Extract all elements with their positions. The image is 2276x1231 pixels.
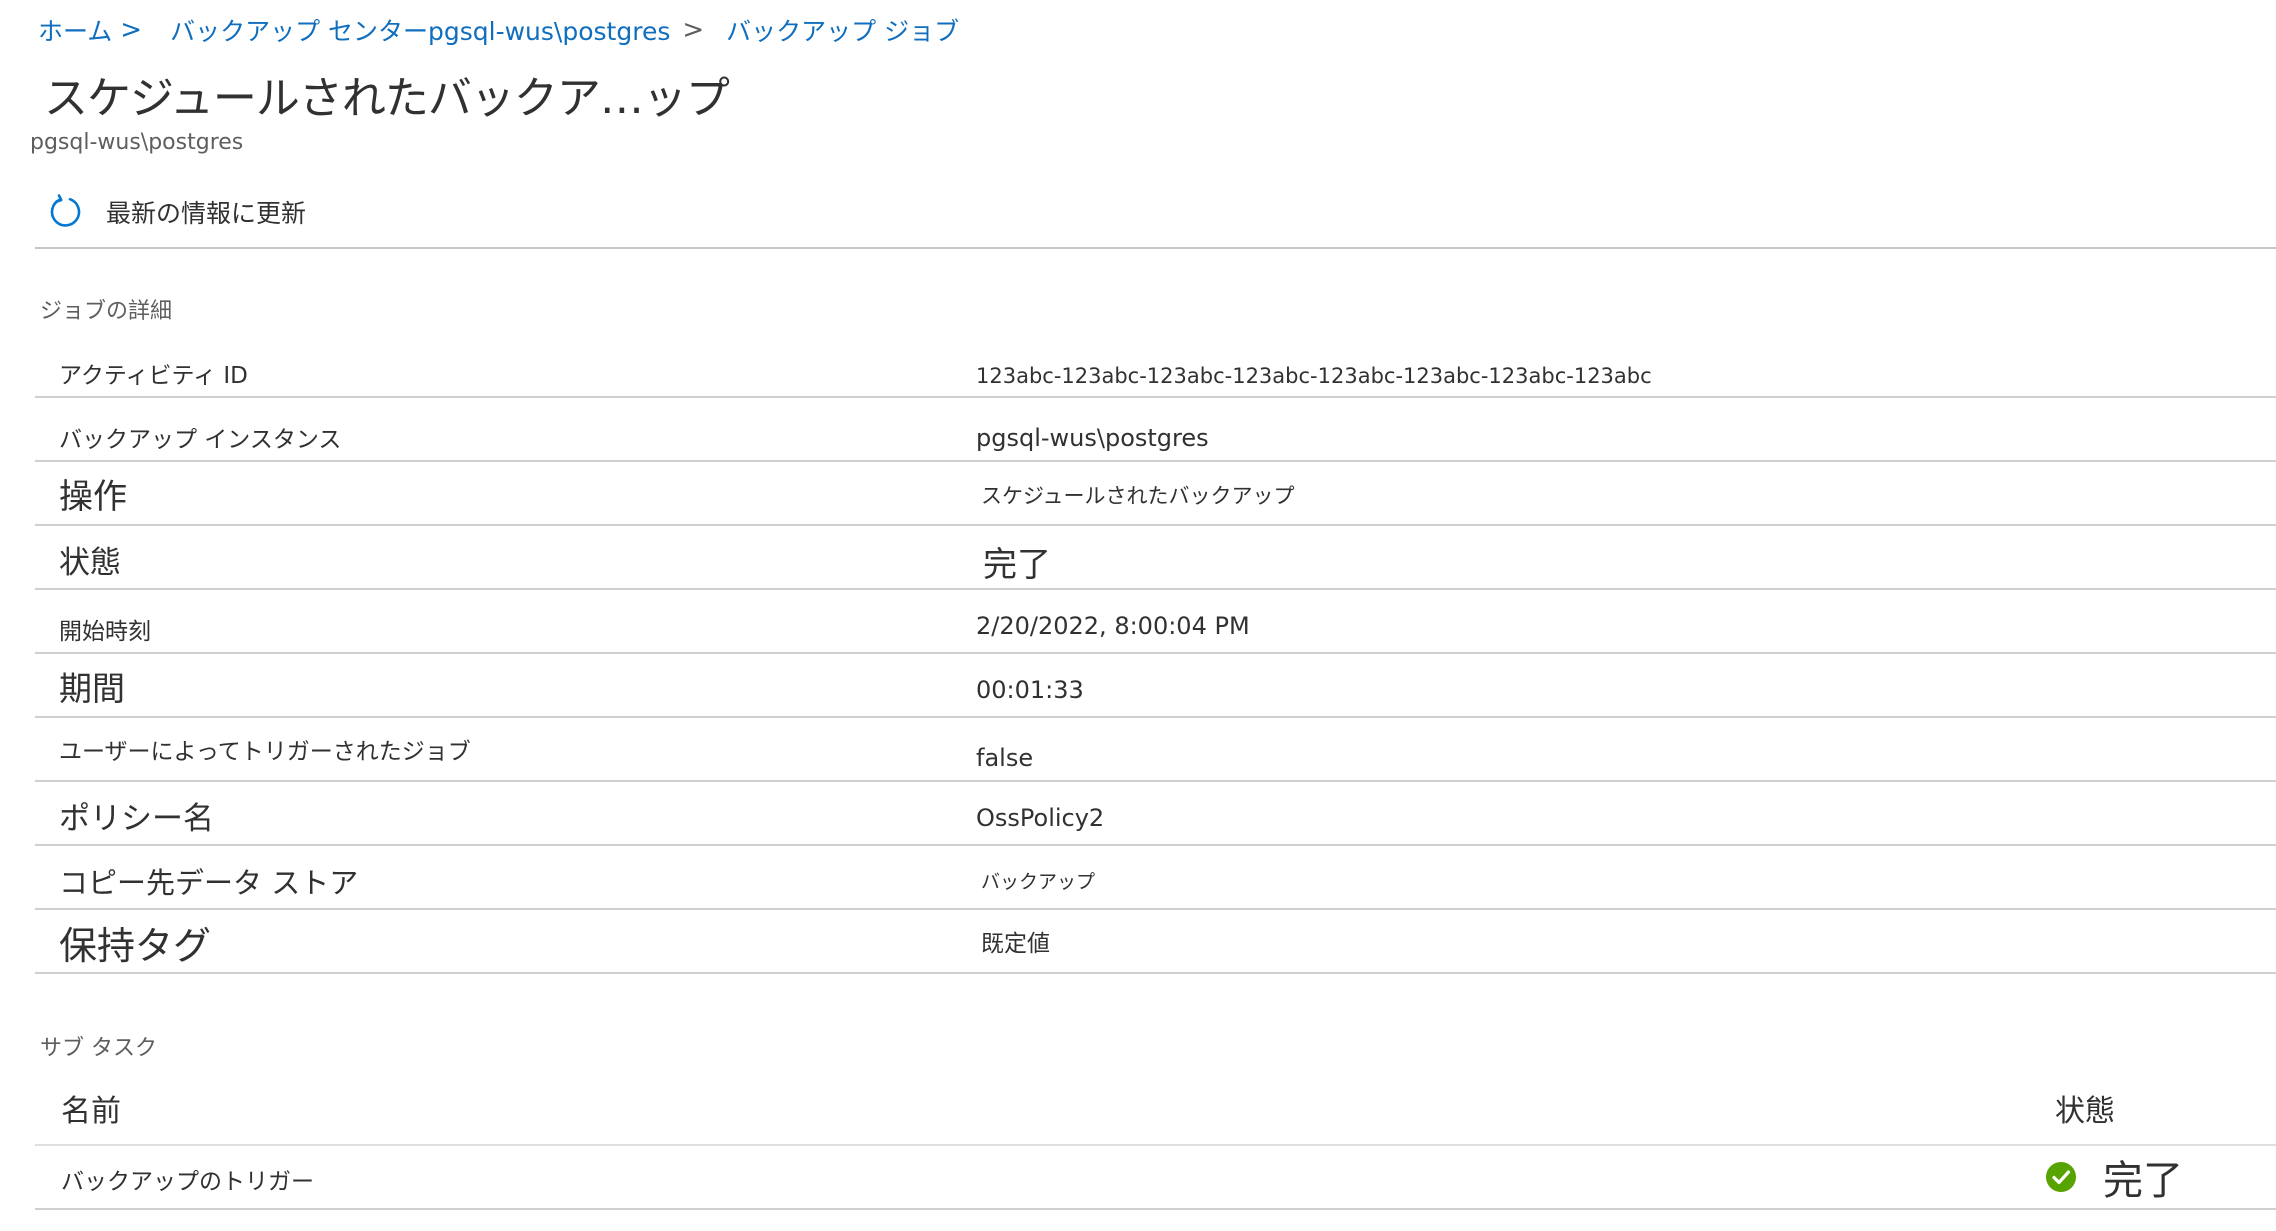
subtasks-header-row: 名前 状態 (35, 1080, 2276, 1146)
detail-row-start-time: 開始時刻 2/20/2022, 8:00:04 PM (35, 590, 2276, 654)
breadcrumb-backup-jobs-link[interactable]: バックアップ ジョブ (726, 12, 959, 48)
detail-key: コピー先データ ストア (59, 866, 359, 900)
detail-value: 123abc-123abc-123abc-123abc-123abc-123ab… (976, 364, 1652, 388)
detail-row-activity-id: アクティビティ ID 123abc-123abc-123abc-123abc-1… (35, 334, 2276, 398)
detail-row-backup-instance: バックアップ インスタンス pgsql-wus\postgres (35, 398, 2276, 462)
breadcrumb-separator: > (120, 15, 143, 45)
detail-value: 完了 (983, 545, 1051, 585)
breadcrumb-backup-center-link[interactable]: バックアップ センターpgsql-wus\postgres (170, 12, 670, 48)
detail-key: 保持タグ (59, 924, 212, 968)
detail-key: ポリシー名 (59, 801, 214, 837)
detail-row-retention-tag: 保持タグ 既定値 (35, 910, 2276, 974)
detail-row-duration: 期間 00:01:33 (35, 654, 2276, 718)
detail-value: OssPolicy2 (976, 804, 1105, 832)
detail-value: バックアップ (981, 871, 1096, 893)
detail-row-user-triggered: ユーザーによってトリガーされたジョブ false (35, 718, 2276, 782)
detail-row-policy-name: ポリシー名 OssPolicy2 (35, 782, 2276, 846)
subtask-name: バックアップのトリガー (61, 1169, 314, 1195)
check-circle-icon (2045, 1161, 2077, 1193)
detail-key: アクティビティ ID (59, 363, 248, 389)
job-details-table: アクティビティ ID 123abc-123abc-123abc-123abc-1… (35, 334, 2276, 974)
detail-key: 状態 (59, 545, 121, 581)
detail-key: ユーザーによってトリガーされたジョブ (59, 739, 471, 765)
breadcrumb-separator: > (682, 15, 705, 45)
detail-value: 既定値 (981, 931, 1050, 957)
detail-value: 00:01:33 (976, 676, 1084, 704)
refresh-button-label: 最新の情報に更新 (106, 199, 307, 228)
detail-key: 開始時刻 (59, 619, 151, 645)
detail-value: pgsql-wus\postgres (976, 424, 1209, 452)
subtask-status: 完了 (2045, 1148, 2183, 1206)
breadcrumb: ホーム > バックアップ センターpgsql-wus\postgres > バッ… (38, 10, 959, 50)
refresh-icon (48, 194, 84, 230)
toolbar-divider (35, 247, 2276, 249)
column-header-status[interactable]: 状態 (2055, 1086, 2115, 1130)
page-subtitle: pgsql-wus\postgres (30, 130, 244, 155)
detail-key: バックアップ インスタンス (59, 427, 342, 453)
detail-key: 操作 (59, 477, 127, 517)
detail-key: 期間 (59, 669, 125, 708)
column-header-name[interactable]: 名前 (61, 1086, 121, 1130)
detail-value: false (976, 744, 1034, 772)
page-title: スケジュールされたバックア…ップ (44, 73, 730, 124)
breadcrumb-home-link[interactable]: ホーム (38, 12, 112, 48)
subtasks-table: 名前 状態 バックアップのトリガー 完了 (35, 1080, 2276, 1210)
refresh-button[interactable]: 最新の情報に更新 (48, 190, 306, 234)
detail-value: スケジュールされたバックアップ (981, 484, 1295, 508)
detail-row-operation: 操作 スケジュールされたバックアップ (35, 462, 2276, 526)
detail-row-status: 状態 完了 (35, 526, 2276, 590)
subtasks-heading: サブ タスク (40, 1036, 157, 1061)
detail-row-destination-datastore: コピー先データ ストア バックアップ (35, 846, 2276, 910)
detail-value: 2/20/2022, 8:00:04 PM (976, 612, 1250, 640)
subtask-status-label: 完了 (2103, 1158, 2183, 1204)
job-details-heading: ジョブの詳細 (40, 299, 173, 324)
table-row[interactable]: バックアップのトリガー 完了 (35, 1146, 2276, 1210)
